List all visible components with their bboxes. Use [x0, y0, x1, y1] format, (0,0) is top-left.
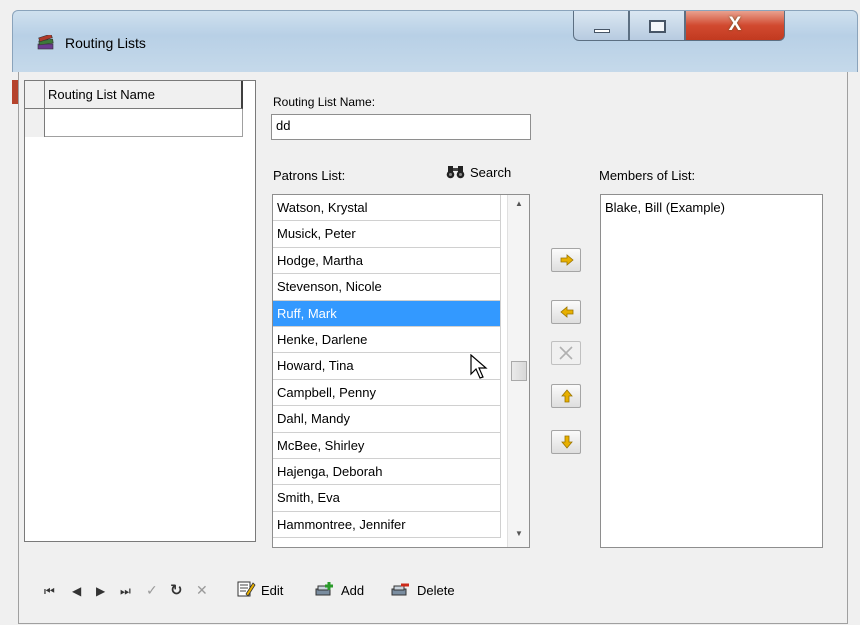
edit-label: Edit — [261, 583, 284, 598]
edit-button[interactable]: Edit — [236, 580, 283, 598]
delete-button[interactable]: Delete — [390, 580, 455, 598]
list-item[interactable]: Henke, Darlene — [273, 326, 501, 354]
close-button[interactable]: X — [685, 11, 785, 41]
add-record-icon — [315, 582, 333, 596]
patrons-list-rows: Watson, Krystal Musick, Peter Hodge, Marth… — [273, 195, 529, 539]
patrons-list-label: Patrons List: — [273, 168, 346, 183]
patrons-list[interactable]: Watson, Krystal Musick, Peter Hodge, Marth… — [272, 194, 530, 548]
delete-record-icon — [391, 583, 409, 596]
routing-list-name-label: Routing List Name: — [273, 95, 376, 109]
add-member-button[interactable] — [551, 248, 581, 272]
list-item[interactable]: Hajenga, Deborah — [273, 458, 501, 486]
grid-column-header[interactable]: Routing List Name — [45, 81, 243, 109]
maximize-button[interactable] — [629, 11, 685, 41]
list-item[interactable]: Campbell, Penny — [273, 379, 501, 407]
search-label: Search — [470, 165, 512, 180]
scroll-down-icon[interactable]: ▼ — [508, 529, 529, 547]
arrow-up-icon — [561, 389, 573, 403]
clear-members-button[interactable] — [551, 341, 581, 365]
binoculars-icon — [446, 166, 465, 179]
minimize-icon — [594, 29, 610, 33]
last-record-icon[interactable]: ⏭ — [120, 584, 131, 599]
next-record-icon[interactable]: ▶ — [96, 584, 105, 598]
members-list-label: Members of List: — [599, 168, 696, 183]
grid-row[interactable] — [45, 109, 243, 137]
first-record-icon[interactable]: ⏮ — [44, 584, 55, 599]
close-icon: X — [728, 14, 742, 35]
list-item[interactable]: Dahl, Mandy — [273, 406, 501, 433]
edit-icon — [237, 581, 256, 597]
move-down-button[interactable] — [551, 430, 581, 454]
search-button[interactable]: Search — [446, 165, 511, 180]
routing-list-grid[interactable]: Routing List Name — [24, 80, 256, 542]
maximize-icon — [649, 20, 666, 33]
window-title: Routing Lists — [65, 35, 146, 51]
list-item[interactable]: Musick, Peter — [273, 221, 501, 248]
list-item[interactable]: Blake, Bill (Example) — [605, 200, 818, 215]
list-item[interactable]: Hodge, Martha — [273, 247, 501, 275]
delete-label: Delete — [417, 583, 455, 598]
title-bar[interactable]: Routing Lists X — [12, 10, 858, 72]
routing-lists-window: Routing Lists X Routing List Name Routin… — [0, 0, 860, 625]
books-icon — [37, 33, 55, 51]
header-indicator-cell — [25, 81, 45, 109]
list-item[interactable]: Stevenson, Nicole — [273, 274, 501, 301]
arrow-right-icon — [560, 254, 574, 266]
list-item[interactable]: Ruff, Mark — [273, 300, 501, 327]
mouse-pointer-icon — [470, 354, 488, 379]
cancel-x-icon[interactable]: ✕ — [196, 582, 208, 599]
add-label: Add — [341, 583, 365, 598]
members-list[interactable]: Blake, Bill (Example) — [600, 194, 823, 548]
refresh-icon[interactable]: ↻ — [170, 581, 183, 599]
list-item[interactable]: Hammontree, Jennifer — [273, 511, 501, 539]
scroll-thumb[interactable] — [511, 361, 527, 381]
list-item[interactable]: Howard, Tina — [273, 353, 501, 380]
list-item[interactable]: Smith, Eva — [273, 485, 501, 512]
list-item[interactable]: Watson, Krystal — [273, 195, 501, 222]
arrow-down-icon — [561, 435, 573, 449]
row-indicator-column — [25, 81, 45, 137]
routing-list-name-input[interactable]: dd — [271, 114, 531, 140]
list-item[interactable]: McBee, Shirley — [273, 432, 501, 459]
scroll-up-icon[interactable]: ▲ — [508, 199, 529, 217]
remove-member-button[interactable] — [551, 300, 581, 324]
bottom-toolbar: ⏮ ◀ ▶ ⏭ ✓ ↻ ✕ Edit Add Delete — [24, 578, 824, 606]
prev-record-icon[interactable]: ◀ — [72, 584, 81, 598]
minimize-button[interactable] — [573, 11, 629, 41]
patrons-scrollbar[interactable]: ▲ ▼ — [507, 195, 529, 547]
x-icon — [559, 346, 573, 360]
arrow-left-icon — [560, 306, 574, 318]
move-up-button[interactable] — [551, 384, 581, 408]
post-check-icon[interactable]: ✓ — [146, 582, 158, 599]
add-button[interactable]: Add — [314, 580, 364, 598]
